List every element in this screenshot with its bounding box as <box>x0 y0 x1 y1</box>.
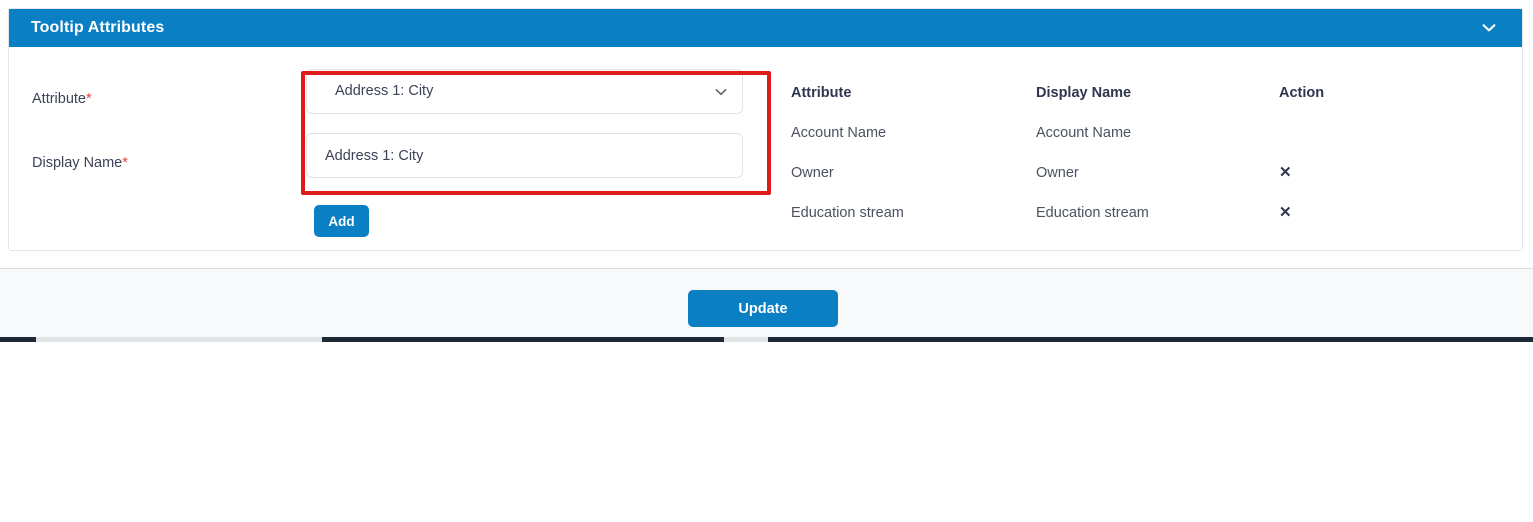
attribute-select[interactable]: Address 1: City <box>306 69 743 114</box>
scrollbar-track-segment <box>724 337 768 342</box>
attribute-select-value: Address 1: City <box>335 83 434 100</box>
cell-display-name: Owner <box>1036 165 1079 181</box>
table-row: Owner Owner ✕ <box>791 153 1491 193</box>
footer-action-bar: Update <box>0 268 1533 337</box>
attribute-required-marker: * <box>86 91 92 107</box>
chevron-down-icon <box>712 83 730 101</box>
attribute-label: Attribute* <box>32 91 92 107</box>
bottom-scrollbar-strip[interactable] <box>0 337 1533 342</box>
tooltip-attributes-card: Tooltip Attributes Attribute* Display Na… <box>8 8 1523 251</box>
scrollbar-track-segment <box>36 337 322 342</box>
display-name-required-marker: * <box>122 155 128 171</box>
cell-attribute: Education stream <box>791 205 904 221</box>
table-row: Account Name Account Name <box>791 113 1491 153</box>
column-header-display-name: Display Name <box>1036 85 1132 101</box>
chevron-down-icon[interactable] <box>1478 17 1500 39</box>
cell-attribute: Owner <box>791 165 834 181</box>
add-button[interactable]: Add <box>314 205 369 237</box>
table-header-row: Attribute Display Name Action <box>791 73 1491 113</box>
delete-icon[interactable]: ✕ <box>1279 205 1292 220</box>
attributes-table: Attribute Display Name Action Account Na… <box>791 73 1491 233</box>
cell-display-name: Education stream <box>1036 205 1149 221</box>
display-name-label: Display Name* <box>32 155 128 171</box>
cell-action <box>1279 125 1399 141</box>
page-title: Tooltip Attributes <box>31 19 165 36</box>
column-header-attribute: Attribute <box>791 85 852 101</box>
table-body: Account Name Account Name Owner Owner ✕ … <box>791 113 1491 233</box>
cell-display-name: Account Name <box>1036 125 1132 141</box>
update-button[interactable]: Update <box>688 290 838 327</box>
cell-action: ✕ <box>1279 165 1399 181</box>
card-body: Attribute* Display Name* Address 1: City… <box>9 47 1522 250</box>
column-header-action: Action <box>1279 85 1325 101</box>
table-row: Education stream Education stream ✕ <box>791 193 1491 233</box>
card-header: Tooltip Attributes <box>9 9 1522 47</box>
display-name-label-text: Display Name <box>32 155 123 171</box>
display-name-input[interactable] <box>306 133 743 178</box>
delete-icon[interactable]: ✕ <box>1279 165 1292 180</box>
attribute-label-text: Attribute <box>32 91 86 107</box>
cell-attribute: Account Name <box>791 125 887 141</box>
cell-action: ✕ <box>1279 205 1399 221</box>
